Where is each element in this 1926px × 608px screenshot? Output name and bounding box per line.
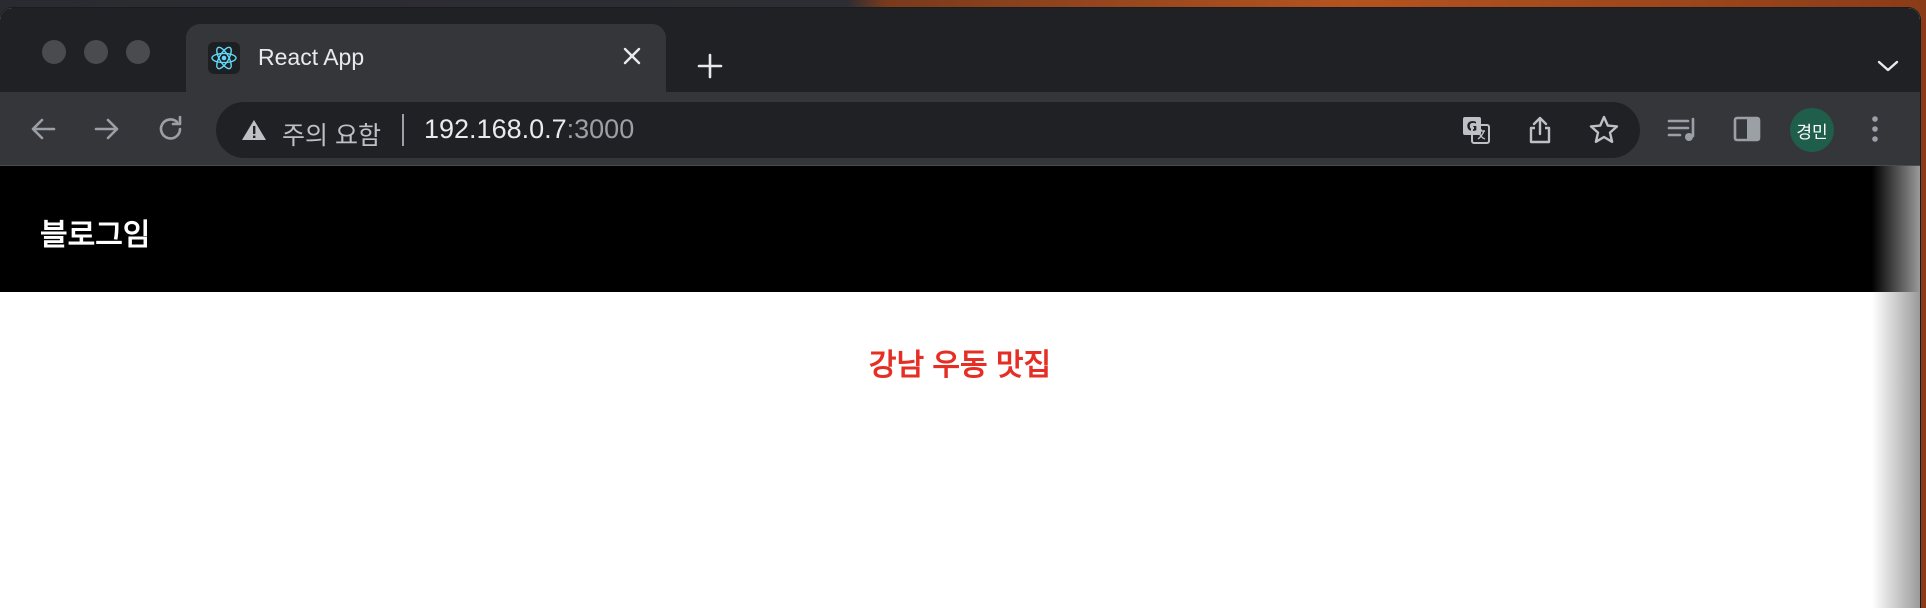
- tab-search-chevron-down-icon[interactable]: [1868, 48, 1908, 84]
- brand-logo-text: 블로그임: [40, 219, 151, 252]
- close-tab-icon[interactable]: [616, 40, 648, 72]
- tab-react-app[interactable]: React App: [186, 24, 666, 92]
- url-host: 192.168.0.7: [424, 114, 567, 144]
- side-panel-icon[interactable]: [1728, 110, 1766, 148]
- window-controls: [42, 40, 150, 64]
- reload-icon[interactable]: [152, 110, 190, 148]
- url-text[interactable]: 192.168.0.7:3000: [424, 114, 634, 145]
- translate-icon[interactable]: G: [1458, 112, 1494, 148]
- media-queue-icon[interactable]: [1664, 110, 1702, 148]
- address-divider: [402, 114, 404, 146]
- close-window-button[interactable]: [42, 40, 66, 64]
- zoom-window-button[interactable]: [126, 40, 150, 64]
- tab-title: React App: [258, 44, 365, 70]
- address-bar[interactable]: 주의 요함 192.168.0.7:3000 G: [216, 102, 1640, 158]
- page-content: 블로그임 강남 우동 맛집: [0, 166, 1920, 608]
- app-navbar: 블로그임: [0, 166, 1920, 292]
- new-tab-icon[interactable]: [690, 48, 730, 84]
- browser-toolbar: 주의 요함 192.168.0.7:3000 G 경민: [0, 92, 1920, 166]
- react-icon: [208, 42, 240, 74]
- tab-strip: React App: [0, 8, 1920, 92]
- bookmark-star-icon[interactable]: [1586, 112, 1622, 148]
- warning-triangle-icon[interactable]: [240, 117, 268, 143]
- forward-arrow-icon[interactable]: [88, 110, 126, 148]
- minimize-window-button[interactable]: [84, 40, 108, 64]
- post-title: 강남 우동 맛집: [868, 349, 1052, 382]
- profile-avatar[interactable]: 경민: [1790, 108, 1834, 152]
- more-menu-icon[interactable]: [1856, 110, 1894, 148]
- security-status-label[interactable]: 주의 요함: [282, 116, 381, 152]
- back-arrow-icon[interactable]: [24, 110, 62, 148]
- scroll-edge-shadow: [1872, 166, 1920, 608]
- share-icon[interactable]: [1522, 112, 1558, 148]
- url-port: :3000: [566, 114, 635, 144]
- browser-window: React App 주의 요함 192.168.0.7:3000 G 경민 블로…: [0, 8, 1920, 608]
